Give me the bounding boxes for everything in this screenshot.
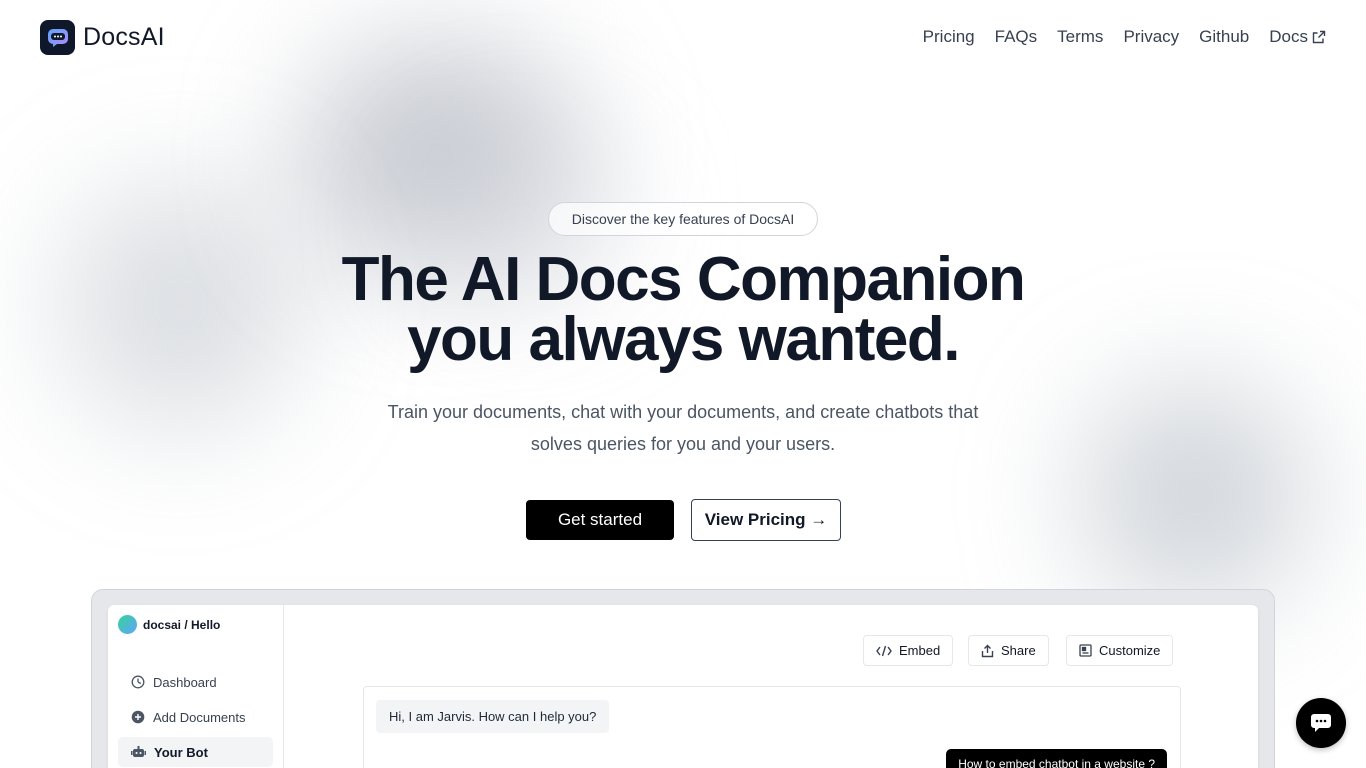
chat-bubble-icon (1311, 714, 1331, 732)
sidebar-item-label: Your Bot (154, 744, 208, 760)
bot-icon (131, 746, 146, 757)
headline-line-2: you always wanted. (407, 305, 960, 374)
background-blob (1080, 380, 1310, 610)
nav-link-pricing[interactable]: Pricing (923, 27, 975, 47)
sidebar-item-label: Add Documents (153, 709, 246, 725)
external-link-icon (1312, 30, 1326, 44)
hero-subheading: Train your documents, chat with your doc… (353, 396, 1013, 460)
chat-widget-button[interactable] (1296, 698, 1346, 748)
sidebar-item-your-bot[interactable]: Your Bot (118, 737, 273, 767)
customize-label: Customize (1099, 643, 1161, 658)
nav-link-docs[interactable]: Docs (1269, 27, 1326, 47)
share-icon (981, 644, 994, 657)
bot-message: Hi, I am Jarvis. How can I help you? (376, 700, 610, 733)
nav-link-faqs[interactable]: FAQs (995, 27, 1038, 47)
code-icon (876, 645, 892, 656)
workspace-name: docsai / Hello (143, 617, 221, 632)
share-button[interactable]: Share (968, 635, 1049, 666)
customize-icon (1079, 644, 1092, 657)
chat-window: Hi, I am Jarvis. How can I help you? How… (363, 686, 1181, 768)
workspace-switcher[interactable]: docsai / Hello (118, 615, 220, 634)
sidebar-item-add-documents[interactable]: Add Documents (118, 702, 273, 732)
chat-bubble-logo-icon (40, 20, 75, 55)
customize-button[interactable]: Customize (1066, 635, 1174, 666)
hero-headline: The AI Docs Companion you always wanted. (0, 245, 1366, 374)
sidebar-item-dashboard[interactable]: Dashboard (118, 667, 273, 697)
nav-link-github[interactable]: Github (1199, 27, 1249, 47)
share-label: Share (1001, 643, 1036, 658)
workspace-avatar (118, 615, 137, 634)
brand-logo[interactable]: DocsAI (40, 20, 165, 55)
sidebar-item-label: Dashboard (153, 674, 217, 690)
dashboard-icon (131, 675, 145, 689)
get-started-button[interactable]: Get started (526, 500, 674, 540)
headline-line-1: The AI Docs Companion (341, 245, 1026, 314)
preview-sidebar: docsai / Hello Dashboard Add Documents Y… (108, 605, 284, 768)
view-pricing-button[interactable]: View Pricing → (691, 499, 841, 541)
app-preview: docsai / Hello Dashboard Add Documents Y… (108, 605, 1258, 768)
brand-name: DocsAI (83, 23, 165, 51)
plus-circle-icon (131, 710, 145, 724)
main-nav: Pricing FAQs Terms Privacy Github Docs (923, 27, 1326, 47)
feature-pill[interactable]: Discover the key features of DocsAI (548, 202, 818, 236)
site-header: DocsAI Pricing FAQs Terms Privacy Github… (0, 0, 1366, 76)
subhead-line-2: solves queries for you and your users. (530, 434, 836, 454)
subhead-line-1: Train your documents, chat with your doc… (387, 402, 979, 422)
nav-link-privacy[interactable]: Privacy (1123, 27, 1179, 47)
nav-link-terms[interactable]: Terms (1057, 27, 1103, 47)
nav-link-docs-label: Docs (1269, 27, 1308, 46)
user-message: How to embed chatbot in a website ? (946, 749, 1167, 768)
embed-button[interactable]: Embed (863, 635, 954, 666)
embed-label: Embed (899, 643, 941, 658)
